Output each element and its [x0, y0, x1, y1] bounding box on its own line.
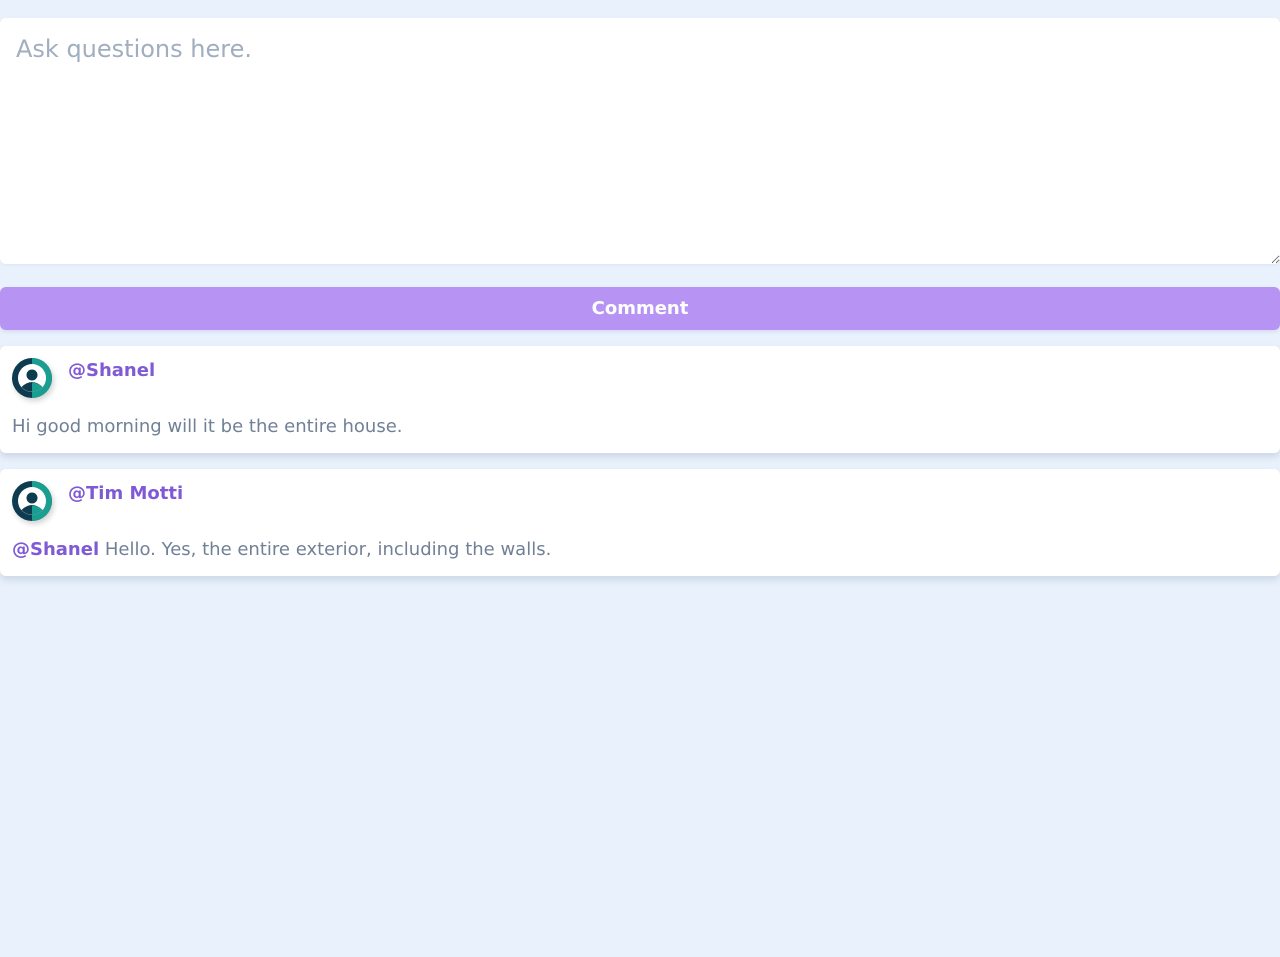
comment-button[interactable]: Comment: [0, 287, 1280, 330]
comment-author[interactable]: @Shanel: [68, 360, 155, 381]
comment-author[interactable]: @Tim Motti: [68, 483, 183, 504]
comment-body: Hello. Yes, the entire exterior, includi…: [99, 539, 552, 560]
comment-text: @Shanel Hello. Yes, the entire exterior,…: [12, 539, 551, 560]
question-input[interactable]: [0, 18, 1280, 264]
comment-text: Hi good morning will it be the entire ho…: [12, 416, 403, 437]
comment-card: @Shanel Hi good morning will it be the e…: [0, 346, 1280, 453]
comment-body: Hi good morning will it be the entire ho…: [12, 416, 403, 437]
comment-mention[interactable]: @Shanel: [12, 539, 99, 560]
user-avatar-icon[interactable]: [12, 481, 52, 521]
user-avatar-icon[interactable]: [12, 358, 52, 398]
comments-page: Comment @Shanel Hi good morning will it …: [0, 0, 1280, 957]
comment-card: @Tim Motti @Shanel Hello. Yes, the entir…: [0, 469, 1280, 576]
